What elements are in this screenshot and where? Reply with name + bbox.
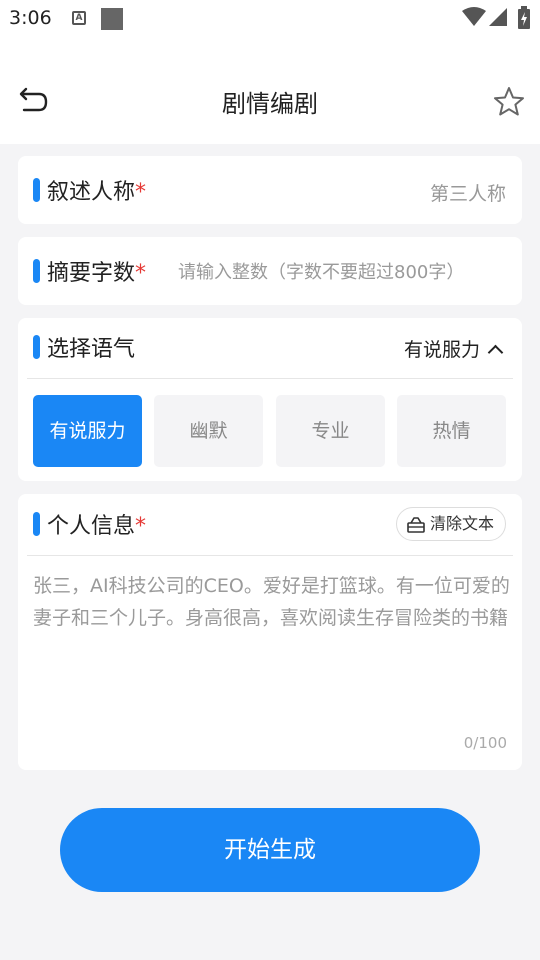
start-generate-button[interactable]: 开始生成 (60, 808, 480, 892)
status-time: 3:06 (9, 7, 52, 29)
section-accent-bar (33, 178, 40, 202)
chevron-up-icon (487, 344, 504, 361)
square-notification-icon (101, 8, 123, 30)
divider (27, 555, 513, 556)
tone-selected-value: 有说服力 (403, 339, 480, 361)
tone-label: 选择语气 (47, 337, 136, 362)
tone-option-humorous[interactable]: 幽默 (154, 395, 263, 467)
app-header: 剧情编剧 (0, 38, 540, 144)
summary-length-card: 摘要字数* (18, 237, 522, 305)
clear-text-button[interactable]: 清除文本 (396, 507, 506, 541)
summary-length-label: 摘要字数* (47, 261, 147, 286)
narrative-person-label: 叙述人称* (47, 180, 147, 205)
a-notification-icon: A (72, 11, 86, 25)
star-icon[interactable] (492, 85, 526, 119)
eraser-icon (407, 517, 425, 533)
section-accent-bar (33, 335, 40, 359)
required-mark: * (135, 180, 147, 205)
tone-dropdown-toggle[interactable]: 有说服力 (403, 335, 504, 362)
status-bar: 3:06 A (0, 0, 540, 38)
clear-text-label: 清除文本 (430, 514, 495, 533)
narrative-person-select[interactable]: 第三人称 (430, 179, 506, 206)
required-mark: * (135, 261, 147, 286)
wifi-icon (462, 7, 486, 26)
personal-info-label: 个人信息* (47, 514, 147, 539)
page-title: 剧情编剧 (222, 90, 318, 118)
char-counter: 0/100 (463, 734, 507, 752)
signal-icon (489, 8, 507, 26)
section-accent-bar (33, 512, 40, 536)
section-accent-bar (33, 259, 40, 283)
tone-option-enthusiastic[interactable]: 热情 (397, 395, 506, 467)
summary-length-input[interactable] (178, 257, 508, 287)
required-mark: * (135, 514, 147, 539)
tone-option-professional[interactable]: 专业 (276, 395, 385, 467)
personal-info-card: 个人信息* 清除文本 0/100 (18, 494, 522, 770)
tone-card: 选择语气 有说服力 有说服力 幽默 专业 热情 (18, 318, 522, 481)
narrative-person-card: 叙述人称* 第三人称 (18, 156, 522, 224)
battery-icon (518, 6, 530, 29)
tone-option-persuasive[interactable]: 有说服力 (33, 395, 142, 467)
personal-info-textarea[interactable] (33, 570, 513, 680)
divider (27, 378, 513, 379)
